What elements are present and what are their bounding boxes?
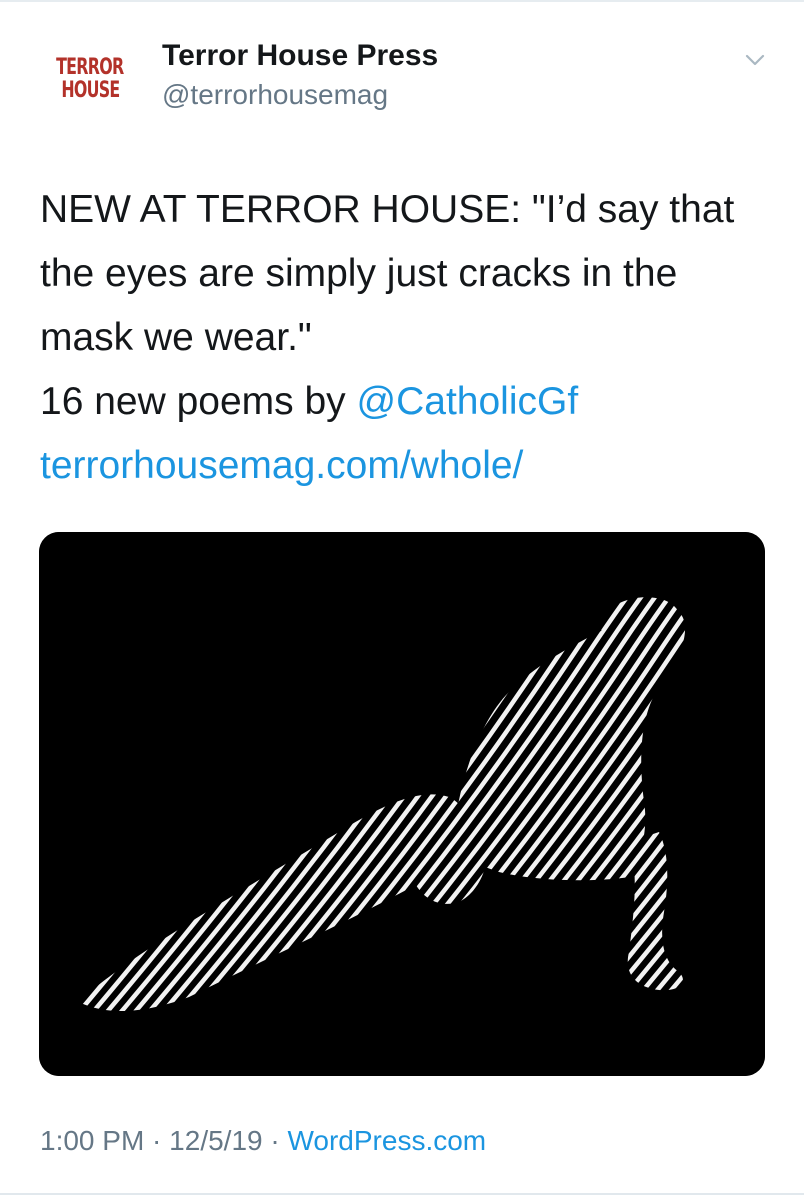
- meta-separator: ·: [262, 1125, 288, 1156]
- tweet-text-prefix: 16 new poems by: [40, 380, 357, 423]
- avatar-logo-line-2: HOUSE: [60, 78, 120, 103]
- tweet-media-image[interactable]: [39, 532, 765, 1076]
- zebra-stripe-photo: [39, 532, 765, 1076]
- tweet-date: 12/5/19: [169, 1125, 263, 1156]
- tweet-text-line: mask we wear.": [40, 316, 312, 359]
- top-divider: [0, 0, 804, 2]
- user-handle[interactable]: @terrorhousemag: [162, 79, 388, 111]
- chevron-down-icon[interactable]: [740, 48, 770, 72]
- display-name[interactable]: Terror House Press: [162, 39, 438, 73]
- avatar-logo-line-1: TERROR: [56, 55, 124, 80]
- bottom-divider: [0, 1193, 804, 1195]
- mention-link[interactable]: @CatholicGf: [357, 380, 579, 423]
- tweet-time: 1:00 PM: [40, 1125, 145, 1156]
- tweet-text: NEW AT TERROR HOUSE: "I’d say that the e…: [40, 178, 780, 498]
- tweet-text-line: 16 new poems by @CatholicGf: [40, 370, 780, 434]
- avatar[interactable]: TERROR HOUSE: [40, 44, 140, 114]
- tweet-text-line: NEW AT TERROR HOUSE: "I’d say that: [40, 188, 735, 231]
- tweet-text-line: the eyes are simply just cracks in the: [40, 252, 678, 295]
- url-link[interactable]: terrorhousemag.com/whole/: [40, 434, 780, 498]
- tweet-meta: 1:00 PM · 12/5/19 · WordPress.com: [40, 1125, 486, 1157]
- tweet-source-link[interactable]: WordPress.com: [287, 1125, 486, 1156]
- meta-separator: ·: [144, 1125, 170, 1156]
